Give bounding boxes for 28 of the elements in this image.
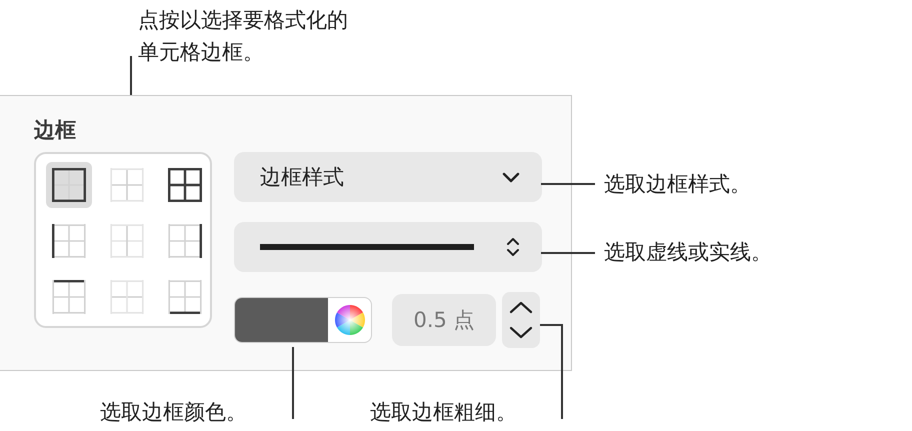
callout-text: 选取边框颜色。 (100, 399, 247, 426)
border-grid-icon (168, 280, 202, 314)
line-style-popup[interactable] (234, 222, 542, 272)
callout-text: 选取虚线或实线。 (604, 239, 772, 266)
border-style-dropdown[interactable]: 边框样式 (234, 152, 542, 202)
border-grid-icon (52, 280, 86, 314)
border-grid-icon (52, 224, 86, 258)
callout-text: 选取边框粗细。 (370, 399, 517, 426)
callout-text: 选取边框样式。 (604, 171, 751, 198)
border-grid-icon (110, 224, 144, 258)
color-wheel-icon (334, 304, 366, 336)
border-grid-icon (110, 168, 144, 202)
leader-line (541, 183, 595, 185)
border-option-button[interactable] (46, 162, 92, 208)
border-grid-icon (168, 224, 202, 258)
color-well[interactable] (234, 297, 372, 343)
section-title: 边框 (34, 117, 76, 144)
width-stepper[interactable] (502, 292, 540, 348)
up-down-chevron-icon (506, 236, 520, 258)
leader-line (541, 252, 595, 254)
border-grid-icon (110, 280, 144, 314)
width-value-field[interactable]: 0.5 点 (392, 294, 496, 346)
border-grid-icon (168, 168, 202, 202)
callout-text: 点按以选择要格式化的单元格边框。 (138, 7, 349, 66)
border-grid-icon (52, 168, 86, 202)
leader-line (292, 347, 294, 419)
chevron-down-icon (502, 172, 520, 182)
up-down-chevron-icon (509, 299, 533, 341)
